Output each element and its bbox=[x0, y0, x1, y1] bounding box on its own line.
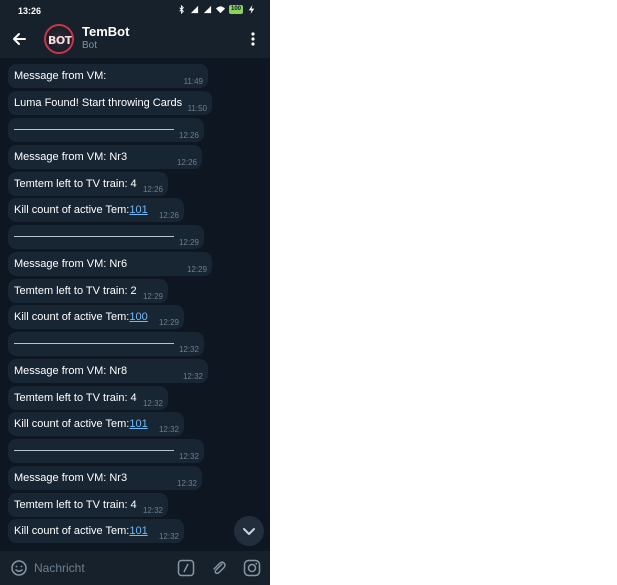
message-input[interactable] bbox=[34, 557, 164, 579]
message-bubble[interactable]: Temtem left to TV train: 2 12:29 bbox=[8, 279, 168, 303]
message-time: 12:32 bbox=[176, 479, 197, 488]
status-time: 13:26 bbox=[18, 6, 42, 16]
message-time: 12:32 bbox=[158, 425, 179, 434]
chat-subtitle: Bot bbox=[82, 40, 98, 51]
message-bubble[interactable]: Kill count of active Tem: 101 12:26 bbox=[8, 198, 184, 222]
input-bar bbox=[0, 551, 270, 585]
message-time: 12:32 bbox=[178, 452, 199, 461]
separator-message[interactable]: 12:29 bbox=[8, 225, 204, 249]
message-time: 12:29 bbox=[178, 238, 199, 247]
message-bubble[interactable]: Kill count of active Tem: 101 12:32 bbox=[8, 412, 184, 436]
message-time: 11:49 bbox=[183, 77, 203, 86]
message-time: 12:26 bbox=[176, 158, 197, 167]
attach-icon[interactable] bbox=[210, 559, 228, 577]
charging-icon bbox=[248, 5, 255, 14]
separator-message[interactable]: 12:32 bbox=[8, 332, 204, 356]
signal-icon bbox=[203, 5, 212, 14]
avatar[interactable]: BOT bbox=[44, 24, 74, 54]
emoji-icon[interactable] bbox=[10, 559, 28, 577]
camera-icon[interactable] bbox=[243, 559, 261, 577]
message-bubble[interactable]: Temtem left to TV train: 4 12:32 bbox=[8, 386, 168, 410]
message-text: Temtem left to TV train: 2 bbox=[14, 285, 137, 297]
message-bubble[interactable]: Message from VM: 11:49 bbox=[8, 64, 208, 88]
message-time: 12:32 bbox=[178, 345, 199, 354]
message-text: Temtem left to TV train: 4 bbox=[14, 392, 137, 404]
separator-line bbox=[14, 449, 174, 451]
message-time: 11:50 bbox=[187, 104, 207, 113]
message-text: Message from VM: bbox=[14, 70, 107, 82]
separator-line bbox=[14, 128, 174, 130]
message-bubble[interactable]: Message from VM: Nr3 12:26 bbox=[8, 145, 202, 169]
message-time: 12:32 bbox=[142, 506, 163, 515]
battery-icon: 100 bbox=[228, 5, 243, 14]
back-arrow-icon[interactable] bbox=[10, 30, 28, 48]
signal-icon bbox=[190, 5, 199, 14]
message-time: 12:29 bbox=[142, 292, 163, 301]
message-text: Kill count of active Tem: bbox=[14, 204, 130, 216]
message-text: Message from VM: Nr8 bbox=[14, 365, 128, 377]
message-bubble[interactable]: Message from VM: Nr6 12:29 bbox=[8, 252, 212, 276]
message-bubble[interactable]: Kill count of active Tem: 100 12:29 bbox=[8, 305, 184, 329]
message-time: 12:29 bbox=[186, 265, 207, 274]
avatar-text: BOT bbox=[48, 34, 72, 47]
separator-message[interactable]: 12:32 bbox=[8, 439, 204, 463]
message-list[interactable]: Message from VM: 11:49 Luma Found! Start t… bbox=[0, 58, 270, 551]
message-time: 12:26 bbox=[142, 185, 163, 194]
chat-title[interactable]: TemBot bbox=[82, 24, 129, 39]
chat-header: BOT TemBot Bot bbox=[0, 22, 270, 58]
message-text: Kill count of active Tem: bbox=[14, 418, 130, 430]
message-time: 12:32 bbox=[158, 532, 179, 541]
message-text: Temtem left to TV train: 4 bbox=[14, 178, 137, 190]
message-text: Kill count of active Tem: bbox=[14, 525, 130, 537]
more-vert-icon[interactable] bbox=[244, 30, 262, 48]
message-text: Temtem left to TV train: 4 bbox=[14, 499, 137, 511]
kill-count-link[interactable]: 101 bbox=[129, 418, 147, 430]
phone-screen: 13:26 100 BOT TemBot Bot Message from VM… bbox=[0, 0, 270, 585]
bluetooth-icon bbox=[179, 5, 184, 14]
kill-count-link[interactable]: 100 bbox=[129, 311, 147, 323]
message-bubble[interactable]: Luma Found! Start throwing Cards 11:50 bbox=[8, 91, 212, 115]
kill-count-link[interactable]: 101 bbox=[129, 204, 147, 216]
message-text: Message from VM: Nr6 bbox=[14, 258, 128, 270]
message-time: 12:32 bbox=[142, 399, 163, 408]
status-icons: 100 bbox=[177, 5, 256, 14]
chevron-down-icon bbox=[243, 528, 255, 535]
message-bubble[interactable]: Temtem left to TV train: 4 12:32 bbox=[8, 493, 168, 517]
message-text: Kill count of active Tem: bbox=[14, 311, 130, 323]
message-bubble[interactable]: Message from VM: Nr8 12:32 bbox=[8, 359, 208, 383]
separator-line bbox=[14, 342, 174, 344]
separator-message[interactable]: 12:26 bbox=[8, 118, 204, 142]
separator-line bbox=[14, 235, 174, 237]
kill-count-link[interactable]: 101 bbox=[129, 525, 147, 537]
scroll-down-button[interactable] bbox=[234, 516, 264, 546]
message-time: 12:32 bbox=[182, 372, 203, 381]
message-time: 12:29 bbox=[158, 318, 179, 327]
message-text: Message from VM: Nr3 bbox=[14, 472, 128, 484]
message-bubble[interactable]: Message from VM: Nr3 12:32 bbox=[8, 466, 202, 490]
status-bar: 13:26 100 bbox=[0, 0, 270, 22]
message-text: Message from VM: Nr3 bbox=[14, 151, 128, 163]
message-bubble[interactable]: Kill count of active Tem: 101 12:32 bbox=[8, 519, 184, 543]
message-time: 12:26 bbox=[178, 131, 199, 140]
message-time: 12:26 bbox=[158, 211, 179, 220]
message-bubble[interactable]: Temtem left to TV train: 4 12:26 bbox=[8, 172, 168, 196]
slash-command-icon[interactable] bbox=[177, 559, 195, 577]
wifi-icon bbox=[215, 6, 225, 14]
message-text: Luma Found! Start throwing Cards bbox=[14, 97, 183, 109]
